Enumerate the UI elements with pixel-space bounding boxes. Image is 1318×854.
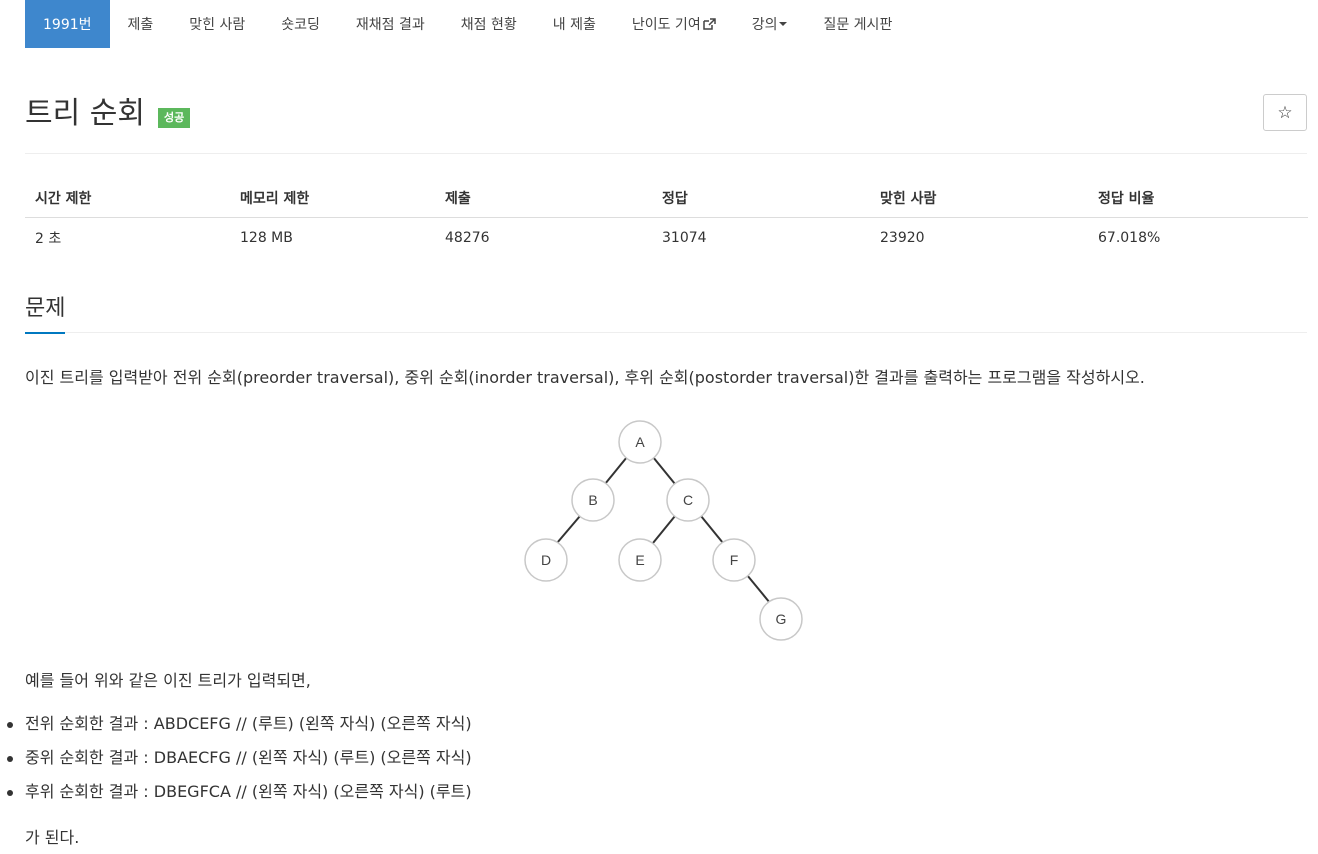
problem-title: 트리 순회 <box>25 96 145 131</box>
list-item: 후위 순회한 결과 : DBEGFCA // (왼쪽 자식) (오른쪽 자식) … <box>7 781 472 815</box>
tab-my-submissions[interactable]: 내 제출 <box>535 0 614 48</box>
example-ending: 가 된다. <box>25 828 80 847</box>
tab-short-coding[interactable]: 숏코딩 <box>263 0 338 48</box>
example-intro: 예를 들어 위와 같은 이진 트리가 입력되면, <box>25 671 311 690</box>
submissions-value: 48276 <box>435 217 652 258</box>
edge-f-g <box>746 574 771 604</box>
tree-label: D <box>541 552 551 568</box>
ratio-value: 67.018% <box>1088 217 1308 258</box>
tab-lectures[interactable]: 강의 <box>734 0 806 48</box>
tree-label: E <box>635 552 644 568</box>
tree-label: G <box>776 611 787 627</box>
memory-limit-value: 128 MB <box>230 217 435 258</box>
edge-a-b <box>604 456 628 485</box>
header-ratio: 정답 비율 <box>1088 180 1308 218</box>
tab-submit[interactable]: 제출 <box>110 0 172 48</box>
status-badge: 성공 <box>158 108 191 128</box>
edge-b-d <box>556 515 581 544</box>
tree-label: B <box>588 492 597 508</box>
table-row: 2 초 128 MB 48276 31074 23920 67.018% <box>25 217 1308 258</box>
tab-label: 맞힌 사람 <box>189 17 246 33</box>
table-header-row: 시간 제한 메모리 제한 제출 정답 맞힌 사람 정답 비율 <box>25 180 1308 218</box>
external-link-icon <box>702 18 716 30</box>
list-item: 중위 순회한 결과 : DBAECFG // (왼쪽 자식) (루트) (오른쪽… <box>7 747 472 781</box>
tab-solvers[interactable]: 맞힌 사람 <box>171 0 263 48</box>
edge-c-e <box>652 515 676 544</box>
tab-rejudge[interactable]: 재채점 결과 <box>338 0 443 48</box>
edge-a-c <box>652 456 676 485</box>
problem-info-table: 시간 제한 메모리 제한 제출 정답 맞힌 사람 정답 비율 2 초 128 M… <box>25 180 1308 258</box>
caret-down-icon <box>779 22 788 26</box>
tab-label: 숏코딩 <box>281 17 320 33</box>
tab-label: 질문 게시판 <box>823 17 893 33</box>
problem-description: 이진 트리를 입력받아 전위 순회(preorder traversal), 중… <box>25 368 1145 387</box>
traversal-results: 전위 순회한 결과 : ABDCEFG // (루트) (왼쪽 자식) (오른쪽… <box>7 713 472 815</box>
header-accepted: 정답 <box>652 180 870 218</box>
problem-tabs: 1991번 제출 맞힌 사람 숏코딩 재채점 결과 채점 현황 내 제출 난이도… <box>25 0 910 48</box>
solvers-value: 23920 <box>870 217 1088 258</box>
edge-c-f <box>700 515 724 544</box>
tab-status[interactable]: 채점 현황 <box>443 0 535 48</box>
tree-label: F <box>730 552 739 568</box>
tab-label: 1991번 <box>43 17 92 33</box>
accepted-value: 31074 <box>652 217 870 258</box>
tab-label: 내 제출 <box>552 17 596 33</box>
time-limit-value: 2 초 <box>25 217 230 258</box>
section-header: 문제 <box>25 292 1307 334</box>
tab-label: 난이도 기여 <box>631 17 701 33</box>
header-submissions: 제출 <box>435 180 652 218</box>
tree-label: A <box>635 434 645 450</box>
favorite-button[interactable]: ☆ <box>1263 94 1307 131</box>
tab-label: 채점 현황 <box>460 17 517 33</box>
header-time-limit: 시간 제한 <box>25 180 230 218</box>
tab-label: 제출 <box>127 17 154 33</box>
binary-tree-diagram: A B C D E F G <box>524 420 803 641</box>
section-title: 문제 <box>25 294 66 334</box>
tree-label: C <box>683 492 693 508</box>
header-memory-limit: 메모리 제한 <box>230 180 435 218</box>
tab-problem[interactable]: 1991번 <box>25 0 110 48</box>
header-solvers: 맞힌 사람 <box>870 180 1088 218</box>
star-icon: ☆ <box>1277 102 1293 123</box>
list-item: 전위 순회한 결과 : ABDCEFG // (루트) (왼쪽 자식) (오른쪽… <box>7 713 472 747</box>
tab-label: 강의 <box>751 17 778 33</box>
tab-difficulty[interactable]: 난이도 기여 <box>614 0 734 48</box>
tab-label: 재채점 결과 <box>355 17 425 33</box>
problem-header: 트리 순회 성공 ☆ <box>25 94 1307 154</box>
tab-board[interactable]: 질문 게시판 <box>805 0 910 48</box>
